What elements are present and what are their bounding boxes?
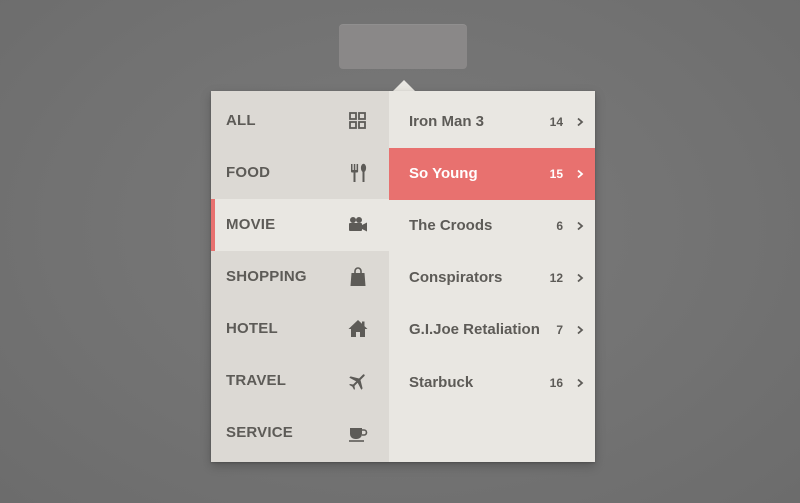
item-count-badge: 7 (556, 323, 563, 337)
fork-knife-icon (347, 163, 369, 183)
item-title: Iron Man 3 (409, 113, 485, 130)
coffee-cup-icon (347, 423, 369, 443)
movie-camera-icon (347, 215, 369, 235)
category-label: MOVIE (226, 216, 276, 233)
chevron-right-icon (576, 325, 584, 335)
category-label: SHOPPING (226, 268, 307, 285)
category-panel: ALL FOOD MOVIE SHOPPING HOTEL TRAVEL SER… (211, 91, 389, 462)
item-title: Starbuck (409, 374, 474, 391)
item-title: G.I.Joe Retaliation (409, 321, 540, 338)
category-travel[interactable]: TRAVEL (211, 355, 389, 407)
item-count-badge: 15 (549, 167, 563, 181)
category-label: ALL (226, 112, 256, 129)
item-count-badge: 6 (556, 219, 563, 233)
airplane-icon (347, 371, 369, 391)
category-label: TRAVEL (226, 372, 287, 389)
dropdown-caret (393, 80, 415, 91)
item-title: Conspirators (409, 269, 503, 286)
item-count-badge: 12 (549, 271, 563, 285)
list-item[interactable]: The Croods 6 (389, 200, 595, 252)
chevron-right-icon (576, 273, 584, 283)
chevron-right-icon (576, 221, 584, 231)
item-title: The Croods (409, 217, 493, 234)
chevron-right-icon (576, 117, 584, 127)
list-item[interactable]: Starbuck 16 (389, 357, 595, 409)
list-item[interactable]: Conspirators 12 (389, 252, 595, 304)
list-item[interactable]: So Young 15 (389, 148, 595, 200)
dropdown-menu: ALL FOOD MOVIE SHOPPING HOTEL TRAVEL SER… (211, 91, 595, 462)
category-movie[interactable]: MOVIE (211, 199, 389, 251)
category-service[interactable]: SERVICE (211, 407, 389, 459)
category-all[interactable]: ALL (211, 95, 389, 147)
category-label: FOOD (226, 164, 271, 181)
list-item[interactable]: G.I.Joe Retaliation 7 (389, 304, 595, 356)
category-label: HOTEL (226, 320, 278, 337)
item-list-panel: Iron Man 3 14 So Young 15 The Croods 6 C… (389, 91, 595, 462)
chevron-right-icon (576, 378, 584, 388)
item-title: So Young (409, 165, 478, 182)
grid-icon (347, 111, 369, 131)
category-label: SERVICE (226, 424, 293, 441)
category-food[interactable]: FOOD (211, 147, 389, 199)
shopping-bag-icon (347, 267, 369, 287)
item-count-badge: 16 (549, 376, 563, 390)
list-item[interactable]: Iron Man 3 14 (389, 96, 595, 148)
item-count-badge: 14 (549, 115, 563, 129)
category-hotel[interactable]: HOTEL (211, 303, 389, 355)
chevron-right-icon (576, 169, 584, 179)
house-icon (347, 319, 369, 339)
category-shopping[interactable]: SHOPPING (211, 251, 389, 303)
menu-trigger-button[interactable] (339, 24, 467, 69)
